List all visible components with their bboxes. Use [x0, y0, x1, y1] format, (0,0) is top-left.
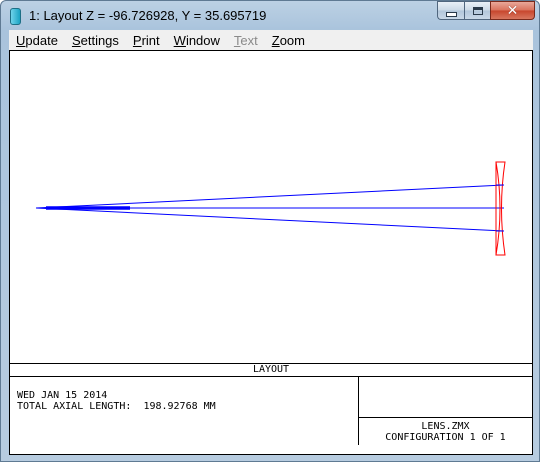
menu-text: Text: [227, 33, 265, 48]
zemax-app-icon[interactable]: [10, 8, 21, 25]
menu-zoom[interactable]: Zoom: [265, 33, 312, 48]
menu-bar: Update Settings Print Window Text Zoom: [9, 30, 533, 50]
menu-zoom-accelerator: Z: [271, 32, 280, 48]
maximize-icon: [472, 6, 483, 15]
axial-length-row: TOTAL AXIAL LENGTH: 198.92768 MM: [17, 401, 358, 412]
menu-print[interactable]: Print: [126, 33, 167, 48]
minimize-icon: [445, 11, 457, 17]
menu-window-accelerator: W: [173, 32, 186, 48]
menu-update[interactable]: Update: [9, 33, 65, 48]
caption-buttons: ✕: [437, 1, 535, 22]
minimize-button[interactable]: [437, 1, 464, 20]
menu-update-label: pdate: [25, 32, 58, 48]
upper-marginal-ray: [35, 184, 505, 209]
ray-bundle: [35, 184, 505, 232]
menu-window-label: indow: [185, 32, 220, 48]
menu-settings-accelerator: S: [71, 32, 81, 48]
configuration-label: CONFIGURATION 1 OF 1: [385, 432, 506, 443]
menu-print-label: rint: [141, 32, 160, 48]
menu-window[interactable]: Window: [167, 33, 227, 48]
file-name: LENS.ZMX: [421, 421, 470, 432]
menu-text-label: ext: [240, 32, 258, 48]
layout-drawing: [35, 161, 506, 256]
close-icon: ✕: [506, 2, 519, 19]
menu-print-accelerator: P: [132, 32, 142, 48]
menu-settings[interactable]: Settings: [65, 33, 126, 48]
title-bar[interactable]: 1: Layout Z = -96.726928, Y = 35.695719 …: [1, 1, 539, 31]
title-block-info: WED JAN 15 2014 TOTAL AXIAL LENGTH: 198.…: [10, 377, 359, 445]
axial-length-value: 198.92768 MM: [143, 401, 216, 412]
plot-title: LAYOUT: [10, 363, 532, 377]
layout-window: 1: Layout Z = -96.726928, Y = 35.695719 …: [0, 0, 540, 462]
menu-zoom-label: oom: [279, 32, 305, 48]
close-button[interactable]: ✕: [490, 1, 535, 20]
lower-marginal-ray: [35, 207, 505, 232]
plot-date: WED JAN 15 2014: [17, 390, 108, 401]
window-title: 1: Layout Z = -96.726928, Y = 35.695719: [29, 8, 267, 23]
title-block-notes: [359, 377, 532, 418]
menu-settings-label: ettings: [80, 32, 119, 48]
axial-length-label: TOTAL AXIAL LENGTH:: [17, 401, 132, 412]
title-block-file: LENS.ZMX CONFIGURATION 1 OF 1: [359, 418, 532, 445]
maximize-button[interactable]: [464, 1, 490, 20]
layout-plot-area[interactable]: LAYOUT WED JAN 15 2014 TOTAL AXIAL LENGT…: [9, 50, 533, 455]
menu-update-accelerator: U: [16, 32, 26, 48]
